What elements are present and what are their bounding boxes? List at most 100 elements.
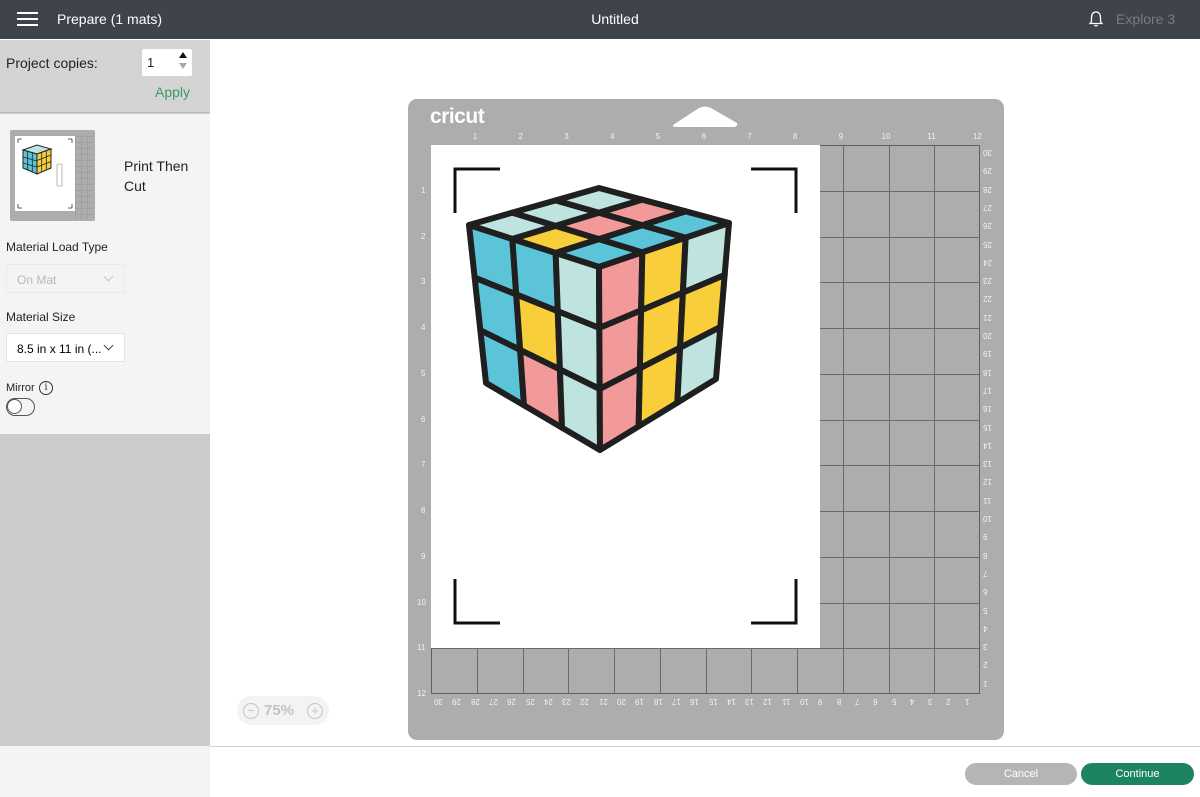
ruler-tick-label: 2	[518, 132, 523, 141]
ruler-tick-label: 9	[818, 697, 823, 706]
ruler-tick-label: 5	[421, 368, 426, 378]
ruler-tick-label: 2	[983, 660, 988, 670]
ruler-tick-label: 3	[564, 132, 569, 141]
ruler-tick-label: 11	[417, 643, 426, 653]
ruler-tick-label: 3	[421, 277, 426, 287]
ruler-tick-label: 1	[964, 697, 970, 706]
material-load-type-value: On Mat	[17, 273, 57, 287]
ruler-tick-label: 12	[973, 132, 982, 141]
cricut-logo: cricut	[430, 105, 485, 128]
ruler-tick-label: 1	[983, 678, 988, 688]
ruler-tick-label: 29	[452, 697, 462, 706]
ruler-tick-label: 19	[635, 697, 645, 706]
mat-hanger-icon	[672, 106, 738, 127]
ruler-tick-label: 16	[690, 697, 700, 706]
info-icon[interactable]: i	[39, 381, 53, 395]
ruler-tick-label: 1	[421, 185, 426, 195]
chevron-down-icon	[103, 271, 114, 282]
ruler-tick-label: 9	[838, 132, 844, 141]
ruler-tick-label: 7	[421, 460, 426, 470]
material-size-select[interactable]: 8.5 in x 11 in (...	[6, 333, 125, 362]
continue-button[interactable]: Continue	[1081, 763, 1194, 785]
bell-icon[interactable]	[1087, 10, 1105, 28]
thumbnail-grid	[75, 136, 93, 219]
mat-canvas: cricut 1 2 3 4 5 6 7 8 9 10 11 12 1 2 3 4 5 6 7 8 9 10 11 12 3…	[210, 40, 1200, 746]
cancel-button[interactable]: Cancel	[965, 763, 1077, 785]
cube-thumbnail-icon	[17, 138, 73, 209]
ruler-tick-label: 9	[421, 551, 426, 561]
ruler-tick-label: 21	[983, 312, 992, 322]
mat-type-label: Print Then Cut	[124, 158, 189, 194]
cutting-mat: cricut 1 2 3 4 5 6 7 8 9 10 11 12 1 2 3 4 5 6 7 8 9 10 11 12 3…	[408, 99, 1004, 740]
ruler-tick-label: 6	[983, 587, 988, 597]
ruler-tick-label: 7	[747, 132, 752, 141]
ruler-tick-label: 6	[421, 414, 426, 424]
ruler-tick-label: 15	[708, 697, 718, 706]
ruler-tick-label: 4	[610, 132, 615, 141]
grid-line	[888, 146, 890, 693]
apply-button[interactable]: Apply	[155, 84, 190, 100]
sidebar: Project copies: 1 Apply Print Then Cut M…	[0, 40, 210, 797]
thumbnail-paper	[15, 136, 75, 211]
ruler-tick-label: 26	[507, 697, 517, 706]
material-size-label: Material Size	[6, 310, 76, 324]
ruler-tick-label: 4	[983, 623, 988, 633]
ruler-tick-label: 29	[983, 166, 992, 176]
ruler-tick-label: 12	[417, 689, 426, 698]
ruler-tick-label: 7	[983, 568, 988, 578]
ruler-tick-label: 18	[653, 697, 663, 706]
ruler-tick-label: 30	[983, 148, 992, 157]
material-load-type-label: Material Load Type	[6, 240, 108, 254]
project-copies-stepper[interactable]: 1	[142, 49, 192, 76]
ruler-tick-label: 9	[983, 532, 988, 542]
zoom-control: − 75% +	[237, 696, 329, 725]
ruler-tick-label: 3	[928, 697, 933, 706]
mat-settings-panel: Print Then Cut Material Load Type On Mat…	[0, 114, 210, 434]
ruler-tick-label: 25	[525, 697, 535, 706]
ruler-tick-label: 4	[909, 697, 915, 706]
machine-selector[interactable]: Explore 3	[1116, 11, 1175, 27]
ruler-tick-label: 8	[421, 506, 426, 515]
ruler-tick-label: 27	[488, 697, 498, 706]
zoom-out-icon[interactable]: −	[243, 703, 259, 719]
ruler-tick-label: 24	[983, 257, 992, 267]
ruler-tick-label: 23	[983, 276, 992, 286]
ruler-tick-label: 20	[983, 331, 992, 340]
ruler-tick-label: 14	[726, 697, 736, 706]
grid-line	[934, 146, 936, 693]
ruler-tick-label: 10	[983, 514, 992, 523]
top-bar: Prepare (1 mats) Untitled Explore 3	[0, 0, 1200, 39]
ruler-tick-label: 30	[434, 697, 443, 706]
ruler-tick-label: 28	[983, 184, 992, 194]
footer-bar: Cancel Continue	[210, 746, 1200, 797]
project-name: Untitled	[591, 11, 639, 27]
ruler-tick-label: 20	[617, 697, 626, 706]
ruler-tick-label: 1	[472, 132, 478, 141]
ruler-tick-label: 11	[781, 697, 790, 706]
ruler-tick-label: 6	[701, 132, 706, 141]
ruler-tick-label: 26	[983, 221, 992, 231]
ruler-tick-label: 21	[598, 697, 608, 706]
increment-arrow-icon[interactable]	[179, 52, 187, 58]
ruler-tick-label: 11	[927, 132, 936, 141]
mat-thumbnail[interactable]	[10, 130, 95, 221]
ruler-tick-label: 12	[763, 697, 773, 706]
print-then-cut-image[interactable]	[431, 145, 820, 648]
ruler-tick-label: 25	[983, 239, 992, 249]
ruler-tick-label: 17	[983, 385, 992, 395]
project-copies-label: Project copies:	[6, 55, 98, 71]
mirror-toggle[interactable]	[6, 398, 35, 416]
material-load-type-select: On Mat	[6, 264, 125, 293]
decrement-arrow-icon[interactable]	[179, 63, 187, 69]
project-copies-value[interactable]: 1	[147, 55, 154, 70]
ruler-tick-label: 7	[854, 697, 860, 706]
project-copies-panel: Project copies: 1 Apply	[0, 40, 210, 113]
ruler-tick-label: 18	[983, 367, 992, 377]
mat-paper	[431, 145, 820, 648]
ruler-tick-label: 10	[881, 132, 891, 141]
ruler-tick-label: 27	[983, 202, 992, 212]
ruler-tick-label: 13	[983, 459, 992, 469]
zoom-in-icon[interactable]: +	[307, 703, 323, 719]
ruler-tick-label: 2	[946, 697, 951, 706]
ruler-tick-label: 28	[470, 697, 480, 706]
